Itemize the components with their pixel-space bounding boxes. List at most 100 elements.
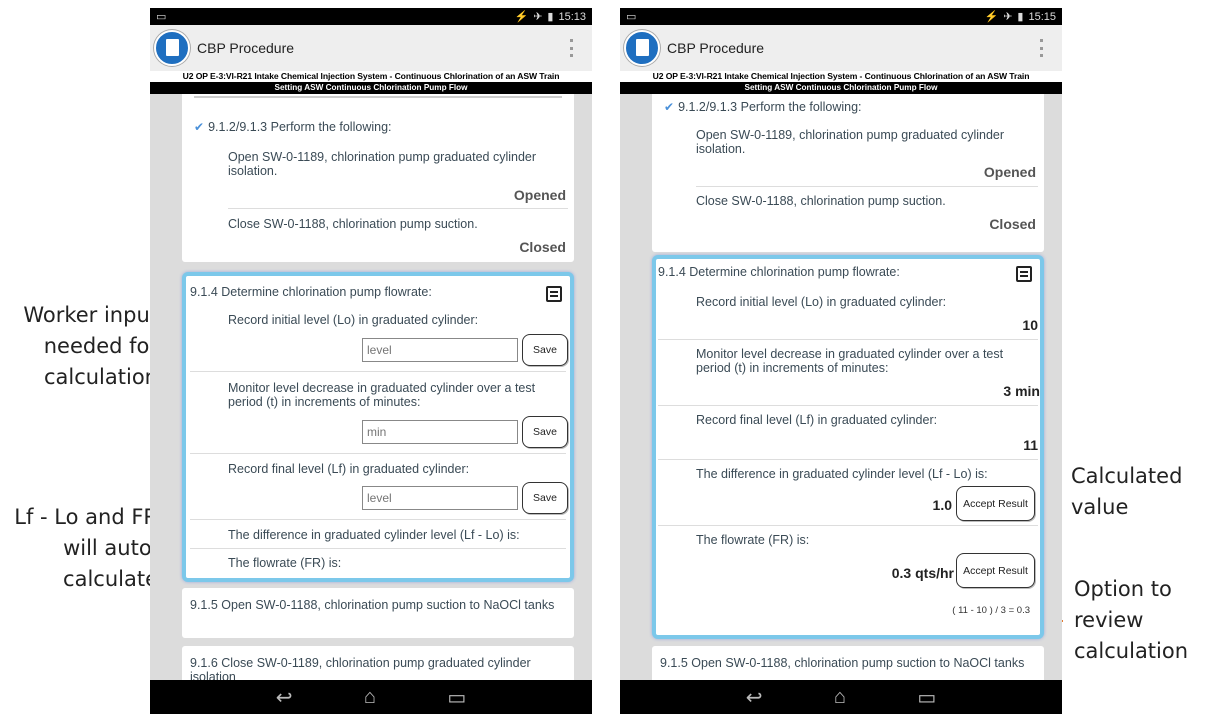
divider [190, 519, 566, 520]
section-title: Setting ASW Continuous Chlorination Pump… [620, 82, 1062, 94]
divider [658, 525, 1038, 526]
open-instruction: Open SW-0-1189, chlorination pump gradua… [696, 128, 1005, 156]
step-9-1-5-card[interactable]: 9.1.5 Open SW-0-1188, chlorination pump … [182, 588, 574, 638]
back-icon[interactable]: ↩ [746, 685, 763, 710]
battery-icon: ▮ [547, 11, 554, 23]
step-9-1-4-title: 9.1.4 Determine chlorination pump flowra… [658, 265, 900, 279]
checkmark-icon: ✔ [194, 120, 205, 134]
open-status: Opened [983, 164, 1036, 180]
action-bar: CBP Procedure [620, 25, 1062, 71]
save-lf-button[interactable]: Save [522, 482, 568, 514]
step-9-1-3-title: ✔ 9.1.2/9.1.3 Perform the following: [194, 120, 392, 134]
record-lf-label: Record final level (Lf) in graduated cyl… [696, 413, 938, 427]
step-9-1-3-card[interactable]: ✔ 9.1.2/9.1.3 Perform the following: Open… [182, 94, 574, 262]
save-minutes-button[interactable]: Save [522, 416, 568, 448]
procedure-content[interactable]: ✔ 9.1.2/9.1.3 Perform the following: Open… [620, 94, 1062, 680]
procedure-title: U2 OP E-3:VI-R21 Intake Chemical Injecti… [620, 71, 1062, 82]
t-value: 3 min [1003, 383, 1040, 399]
recents-icon[interactable]: ▭ [447, 685, 466, 710]
step-9-1-4-title: 9.1.4 Determine chlorination pump flowra… [190, 285, 432, 299]
minutes-input[interactable] [362, 420, 518, 444]
app-title: CBP Procedure [197, 40, 295, 56]
record-lo-label: Record initial level (Lo) in graduated c… [696, 295, 947, 309]
divider [658, 405, 1038, 406]
system-nav-bar: ↩ ⌂ ▭ [620, 680, 1062, 714]
notes-icon[interactable] [1016, 266, 1032, 282]
step-9-1-4-card[interactable]: 9.1.4 Determine chlorination pump flowra… [182, 272, 574, 582]
step-9-1-3-card[interactable]: ✔ 9.1.2/9.1.3 Perform the following: Open… [652, 94, 1044, 252]
home-icon[interactable]: ⌂ [834, 686, 846, 709]
open-status: Opened [513, 187, 566, 203]
close-instruction: Close SW-0-1188, chlorination pump sucti… [228, 217, 478, 231]
divider [658, 459, 1038, 460]
flowrate-value: 0.3 qts/hr [891, 565, 954, 581]
monitor-label: Monitor level decrease in graduated cyli… [228, 381, 536, 409]
home-icon[interactable]: ⌂ [364, 686, 376, 709]
step-9-1-4-card[interactable]: 9.1.4 Determine chlorination pump flowra… [652, 255, 1044, 639]
clock: 15:13 [558, 10, 586, 23]
notes-icon[interactable] [546, 286, 562, 302]
status-bar: ▭ ⚡ ✈ ▮ 15:13 [150, 8, 592, 25]
step-9-1-6-text: 9.1.6 Close SW-0-1189, chlorination pump… [190, 656, 531, 680]
recents-icon[interactable]: ▭ [917, 685, 936, 710]
lf-input[interactable] [362, 486, 518, 510]
signal-icon: ⚡ [984, 11, 999, 23]
difference-label: The difference in graduated cylinder lev… [696, 467, 988, 481]
airplane-icon: ✈ [533, 11, 543, 23]
divider [658, 339, 1038, 340]
difference-value: 1.0 [932, 497, 952, 513]
left-phone-screen: ▭ ⚡ ✈ ▮ 15:13 CBP Procedure U2 OP E-3:VI-R2… [150, 8, 592, 714]
difference-label: The difference in graduated cylinder lev… [228, 528, 520, 542]
accept-flowrate-button[interactable]: Accept Result [956, 553, 1035, 588]
procedure-content[interactable]: ✔ 9.1.2/9.1.3 Perform the following: Open… [150, 94, 592, 680]
annotation-calculated-value: Calculated value [1071, 464, 1183, 519]
divider [696, 186, 1038, 187]
annotation-auto-calc: Lf - Lo and FR will auto. calculate [14, 505, 158, 591]
monitor-label: Monitor level decrease in graduated cyli… [696, 347, 1004, 375]
close-instruction: Close SW-0-1188, chlorination pump sucti… [696, 194, 946, 208]
right-phone-screen: ▭ ⚡ ✈ ▮ 15:15 CBP Procedure U2 OP E-3:VI-R2… [620, 8, 1062, 714]
signal-icon: ⚡ [514, 11, 529, 23]
annotation-worker-input: Worker input needed for calculation [23, 303, 158, 389]
step-9-1-6-card[interactable]: 9.1.6 Close SW-0-1189, chlorination pump… [182, 646, 574, 680]
close-status: Closed [989, 216, 1036, 232]
action-bar: CBP Procedure [150, 25, 592, 71]
calculation-review[interactable]: ( 11 - 10 ) / 3 = 0.3 [952, 605, 1030, 616]
step-9-1-5-text: 9.1.5 Open SW-0-1188, chlorination pump … [190, 598, 555, 612]
record-lo-label: Record initial level (Lo) in graduated c… [228, 313, 479, 327]
section-title: Setting ASW Continuous Chlorination Pump… [150, 82, 592, 94]
screenshot-icon: ▭ [626, 11, 637, 23]
step-9-1-3-title: ✔ 9.1.2/9.1.3 Perform the following: [664, 100, 862, 114]
divider [190, 453, 566, 454]
app-document-icon[interactable] [624, 30, 660, 66]
flowrate-label: The flowrate (FR) is: [696, 533, 810, 547]
checkmark-icon: ✔ [664, 100, 675, 114]
airplane-icon: ✈ [1003, 11, 1013, 23]
record-lf-label: Record final level (Lf) in graduated cyl… [228, 462, 470, 476]
back-icon[interactable]: ↩ [276, 685, 293, 710]
step-9-1-5-card[interactable]: 9.1.5 Open SW-0-1188, chlorination pump … [652, 646, 1044, 680]
divider [190, 548, 566, 549]
close-status: Closed [519, 239, 566, 255]
divider [190, 371, 566, 372]
system-nav-bar: ↩ ⌂ ▭ [150, 680, 592, 714]
save-lo-button[interactable]: Save [522, 334, 568, 366]
flowrate-label: The flowrate (FR) is: [228, 556, 342, 570]
status-bar: ▭ ⚡ ✈ ▮ 15:15 [620, 8, 1062, 25]
clock: 15:15 [1028, 10, 1056, 23]
lo-value: 10 [1022, 317, 1038, 333]
overflow-menu-icon[interactable] [1040, 39, 1044, 57]
accept-difference-button[interactable]: Accept Result [956, 486, 1035, 521]
app-document-icon[interactable] [154, 30, 190, 66]
procedure-title: U2 OP E-3:VI-R21 Intake Chemical Injecti… [150, 71, 592, 82]
screenshot-icon: ▭ [156, 11, 167, 23]
divider [228, 208, 568, 209]
overflow-menu-icon[interactable] [570, 39, 574, 57]
battery-icon: ▮ [1017, 11, 1024, 23]
card-top-divider [194, 96, 562, 98]
lo-input[interactable] [362, 338, 518, 362]
open-instruction: Open SW-0-1189, chlorination pump gradua… [228, 150, 537, 178]
lf-value: 11 [1023, 437, 1038, 453]
step-9-1-5-text: 9.1.5 Open SW-0-1188, chlorination pump … [660, 656, 1025, 670]
app-title: CBP Procedure [667, 40, 765, 56]
